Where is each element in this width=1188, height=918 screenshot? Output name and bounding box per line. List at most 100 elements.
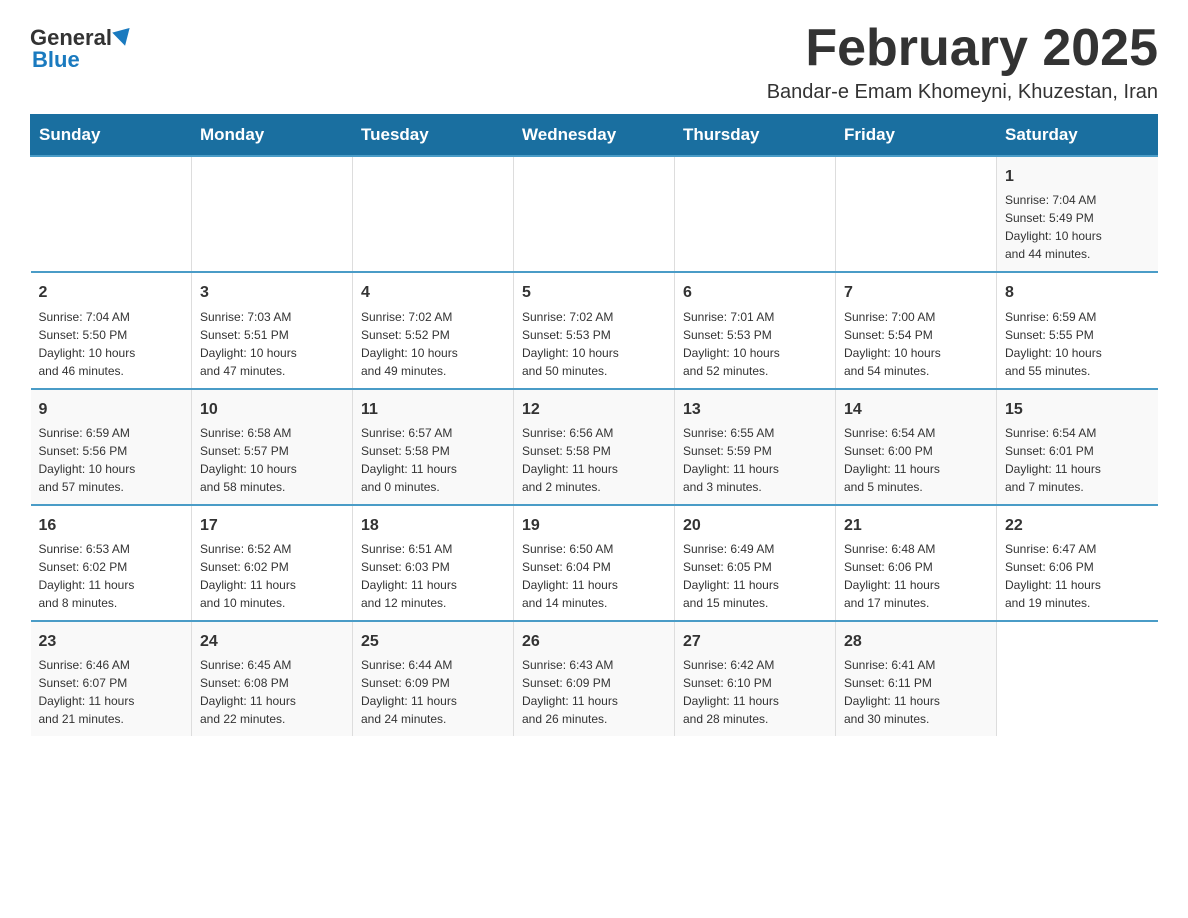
day-of-week-header-thursday: Thursday xyxy=(675,115,836,157)
week-row-4: 16 Sunrise: 6:53 AMSunset: 6:02 PMDayligh… xyxy=(31,505,1158,621)
calendar-cell: 28 Sunrise: 6:41 AMSunset: 6:11 PMDayligh… xyxy=(836,621,997,736)
day-info: Sunrise: 7:04 AMSunset: 5:50 PMDaylight:… xyxy=(39,308,184,380)
calendar-cell: 1 Sunrise: 7:04 AMSunset: 5:49 PMDaylight… xyxy=(997,156,1158,272)
calendar-cell: 4 Sunrise: 7:02 AMSunset: 5:52 PMDaylight… xyxy=(353,272,514,388)
day-number: 15 xyxy=(1005,398,1150,421)
day-number: 6 xyxy=(683,281,827,304)
day-info: Sunrise: 7:04 AMSunset: 5:49 PMDaylight:… xyxy=(1005,191,1150,263)
day-info: Sunrise: 6:41 AMSunset: 6:11 PMDaylight:… xyxy=(844,656,988,728)
calendar-cell xyxy=(192,156,353,272)
calendar-cell: 20 Sunrise: 6:49 AMSunset: 6:05 PMDayligh… xyxy=(675,505,836,621)
day-number: 21 xyxy=(844,514,988,537)
calendar-cell: 8 Sunrise: 6:59 AMSunset: 5:55 PMDaylight… xyxy=(997,272,1158,388)
day-of-week-header-monday: Monday xyxy=(192,115,353,157)
calendar-cell: 2Sunrise: 7:04 AMSunset: 5:50 PMDaylight… xyxy=(31,272,192,388)
week-row-3: 9 Sunrise: 6:59 AMSunset: 5:56 PMDaylight… xyxy=(31,389,1158,505)
day-number: 5 xyxy=(522,281,666,304)
day-info: Sunrise: 6:59 AMSunset: 5:56 PMDaylight:… xyxy=(39,424,184,496)
calendar-cell xyxy=(836,156,997,272)
day-number: 23 xyxy=(39,630,184,653)
day-of-week-header-wednesday: Wednesday xyxy=(514,115,675,157)
day-info: Sunrise: 6:45 AMSunset: 6:08 PMDaylight:… xyxy=(200,656,344,728)
calendar-cell: 6 Sunrise: 7:01 AMSunset: 5:53 PMDaylight… xyxy=(675,272,836,388)
day-info: Sunrise: 7:03 AMSunset: 5:51 PMDaylight:… xyxy=(200,308,344,380)
day-info: Sunrise: 6:47 AMSunset: 6:06 PMDaylight:… xyxy=(1005,540,1150,612)
calendar-cell xyxy=(675,156,836,272)
day-number: 1 xyxy=(1005,165,1150,188)
day-info: Sunrise: 7:00 AMSunset: 5:54 PMDaylight:… xyxy=(844,308,988,380)
calendar-cell: 26 Sunrise: 6:43 AMSunset: 6:09 PMDayligh… xyxy=(514,621,675,736)
logo-triangle-icon xyxy=(112,28,134,48)
day-info: Sunrise: 7:02 AMSunset: 5:53 PMDaylight:… xyxy=(522,308,666,380)
day-number: 20 xyxy=(683,514,827,537)
calendar-cell: 25Sunrise: 6:44 AMSunset: 6:09 PMDayligh… xyxy=(353,621,514,736)
day-of-week-header-saturday: Saturday xyxy=(997,115,1158,157)
day-number: 22 xyxy=(1005,514,1150,537)
week-row-1: 1 Sunrise: 7:04 AMSunset: 5:49 PMDaylight… xyxy=(31,156,1158,272)
day-of-week-header-sunday: Sunday xyxy=(31,115,192,157)
week-row-5: 23 Sunrise: 6:46 AMSunset: 6:07 PMDayligh… xyxy=(31,621,1158,736)
calendar-cell: 14 Sunrise: 6:54 AMSunset: 6:00 PMDayligh… xyxy=(836,389,997,505)
day-number: 10 xyxy=(200,398,344,421)
day-info: Sunrise: 6:48 AMSunset: 6:06 PMDaylight:… xyxy=(844,540,988,612)
location-title: Bandar-e Emam Khomeyni, Khuzestan, Iran xyxy=(767,81,1158,104)
day-number: 14 xyxy=(844,398,988,421)
day-number: 18 xyxy=(361,514,505,537)
calendar-cell: 21 Sunrise: 6:48 AMSunset: 6:06 PMDayligh… xyxy=(836,505,997,621)
calendar-cell: 10 Sunrise: 6:58 AMSunset: 5:57 PMDayligh… xyxy=(192,389,353,505)
calendar-cell: 16 Sunrise: 6:53 AMSunset: 6:02 PMDayligh… xyxy=(31,505,192,621)
logo: General Blue xyxy=(30,20,134,73)
day-number: 19 xyxy=(522,514,666,537)
calendar-cell xyxy=(997,621,1158,736)
day-info: Sunrise: 6:52 AMSunset: 6:02 PMDaylight:… xyxy=(200,540,344,612)
calendar-cell: 19 Sunrise: 6:50 AMSunset: 6:04 PMDayligh… xyxy=(514,505,675,621)
day-of-week-header-friday: Friday xyxy=(836,115,997,157)
header: General Blue February 2025 Bandar-e Emam… xyxy=(30,20,1158,104)
calendar-cell: 24 Sunrise: 6:45 AMSunset: 6:08 PMDayligh… xyxy=(192,621,353,736)
calendar-cell xyxy=(353,156,514,272)
logo-blue-text: Blue xyxy=(32,47,80,72)
calendar-cell: 12 Sunrise: 6:56 AMSunset: 5:58 PMDayligh… xyxy=(514,389,675,505)
day-info: Sunrise: 6:44 AMSunset: 6:09 PMDaylight:… xyxy=(361,656,505,728)
calendar-cell: 7Sunrise: 7:00 AMSunset: 5:54 PMDaylight… xyxy=(836,272,997,388)
day-info: Sunrise: 6:58 AMSunset: 5:57 PMDaylight:… xyxy=(200,424,344,496)
days-of-week-row: SundayMondayTuesdayWednesdayThursdayFrid… xyxy=(31,115,1158,157)
day-info: Sunrise: 6:56 AMSunset: 5:58 PMDaylight:… xyxy=(522,424,666,496)
day-info: Sunrise: 6:54 AMSunset: 6:00 PMDaylight:… xyxy=(844,424,988,496)
day-number: 28 xyxy=(844,630,988,653)
day-info: Sunrise: 6:50 AMSunset: 6:04 PMDaylight:… xyxy=(522,540,666,612)
calendar-header: SundayMondayTuesdayWednesdayThursdayFrid… xyxy=(31,115,1158,157)
calendar-cell: 17Sunrise: 6:52 AMSunset: 6:02 PMDayligh… xyxy=(192,505,353,621)
day-info: Sunrise: 6:54 AMSunset: 6:01 PMDaylight:… xyxy=(1005,424,1150,496)
day-info: Sunrise: 6:46 AMSunset: 6:07 PMDaylight:… xyxy=(39,656,184,728)
day-info: Sunrise: 6:53 AMSunset: 6:02 PMDaylight:… xyxy=(39,540,184,612)
calendar-cell: 3 Sunrise: 7:03 AMSunset: 5:51 PMDaylight… xyxy=(192,272,353,388)
day-number: 24 xyxy=(200,630,344,653)
day-number: 4 xyxy=(361,281,505,304)
day-number: 13 xyxy=(683,398,827,421)
calendar-body: 1 Sunrise: 7:04 AMSunset: 5:49 PMDaylight… xyxy=(31,156,1158,736)
calendar-cell: 15 Sunrise: 6:54 AMSunset: 6:01 PMDayligh… xyxy=(997,389,1158,505)
day-number: 8 xyxy=(1005,281,1150,304)
calendar-cell xyxy=(31,156,192,272)
day-number: 26 xyxy=(522,630,666,653)
day-info: Sunrise: 7:01 AMSunset: 5:53 PMDaylight:… xyxy=(683,308,827,380)
calendar-cell: 23 Sunrise: 6:46 AMSunset: 6:07 PMDayligh… xyxy=(31,621,192,736)
day-info: Sunrise: 6:55 AMSunset: 5:59 PMDaylight:… xyxy=(683,424,827,496)
day-info: Sunrise: 6:49 AMSunset: 6:05 PMDaylight:… xyxy=(683,540,827,612)
day-number: 27 xyxy=(683,630,827,653)
calendar-cell: 13 Sunrise: 6:55 AMSunset: 5:59 PMDayligh… xyxy=(675,389,836,505)
day-info: Sunrise: 6:59 AMSunset: 5:55 PMDaylight:… xyxy=(1005,308,1150,380)
calendar-cell: 5 Sunrise: 7:02 AMSunset: 5:53 PMDaylight… xyxy=(514,272,675,388)
day-info: Sunrise: 7:02 AMSunset: 5:52 PMDaylight:… xyxy=(361,308,505,380)
day-number: 16 xyxy=(39,514,184,537)
day-number: 11 xyxy=(361,398,505,421)
day-number: 9 xyxy=(39,398,184,421)
day-info: Sunrise: 6:43 AMSunset: 6:09 PMDaylight:… xyxy=(522,656,666,728)
day-of-week-header-tuesday: Tuesday xyxy=(353,115,514,157)
day-number: 3 xyxy=(200,281,344,304)
title-area: February 2025 Bandar-e Emam Khomeyni, Kh… xyxy=(767,20,1158,104)
calendar-cell: 9 Sunrise: 6:59 AMSunset: 5:56 PMDaylight… xyxy=(31,389,192,505)
day-number: 12 xyxy=(522,398,666,421)
week-row-2: 2Sunrise: 7:04 AMSunset: 5:50 PMDaylight… xyxy=(31,272,1158,388)
